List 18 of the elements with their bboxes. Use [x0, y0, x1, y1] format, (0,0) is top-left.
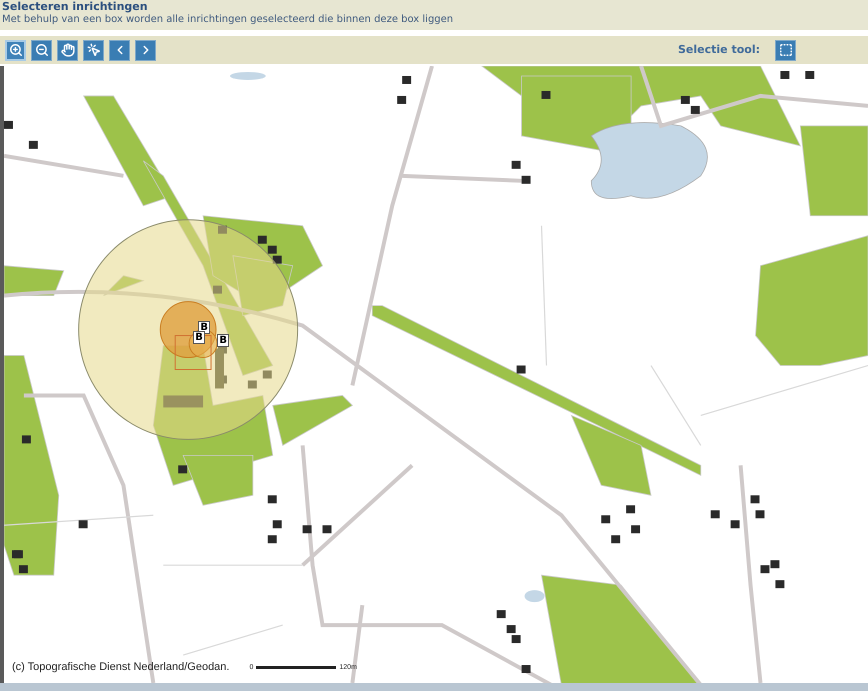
zoom-in-icon	[8, 43, 22, 57]
hand-icon	[60, 43, 74, 57]
pan-button[interactable]	[57, 40, 78, 60]
back-button[interactable]	[109, 40, 130, 60]
map-attribution: (c) Topografische Dienst Nederland/Geodan.	[12, 660, 230, 674]
zoom-out-button[interactable]	[31, 40, 52, 60]
selection-tool-label: Selectie tool:	[678, 42, 760, 58]
page-description: Met behulp van een box worden alle inrichtingen geselecteerd die binnen deze box liggen	[2, 14, 454, 26]
zoom-out-icon	[34, 43, 48, 57]
box-select-icon	[778, 43, 792, 57]
map-marker[interactable]: B	[217, 334, 230, 347]
pointer-icon	[86, 43, 100, 57]
zoom-in-button[interactable]	[5, 40, 26, 60]
map-marker[interactable]: B	[193, 330, 205, 344]
identify-button[interactable]	[83, 40, 104, 60]
forward-button[interactable]	[135, 40, 156, 60]
page-title: Selecteren inrichtingen	[2, 0, 149, 14]
box-select-button[interactable]	[775, 40, 796, 60]
